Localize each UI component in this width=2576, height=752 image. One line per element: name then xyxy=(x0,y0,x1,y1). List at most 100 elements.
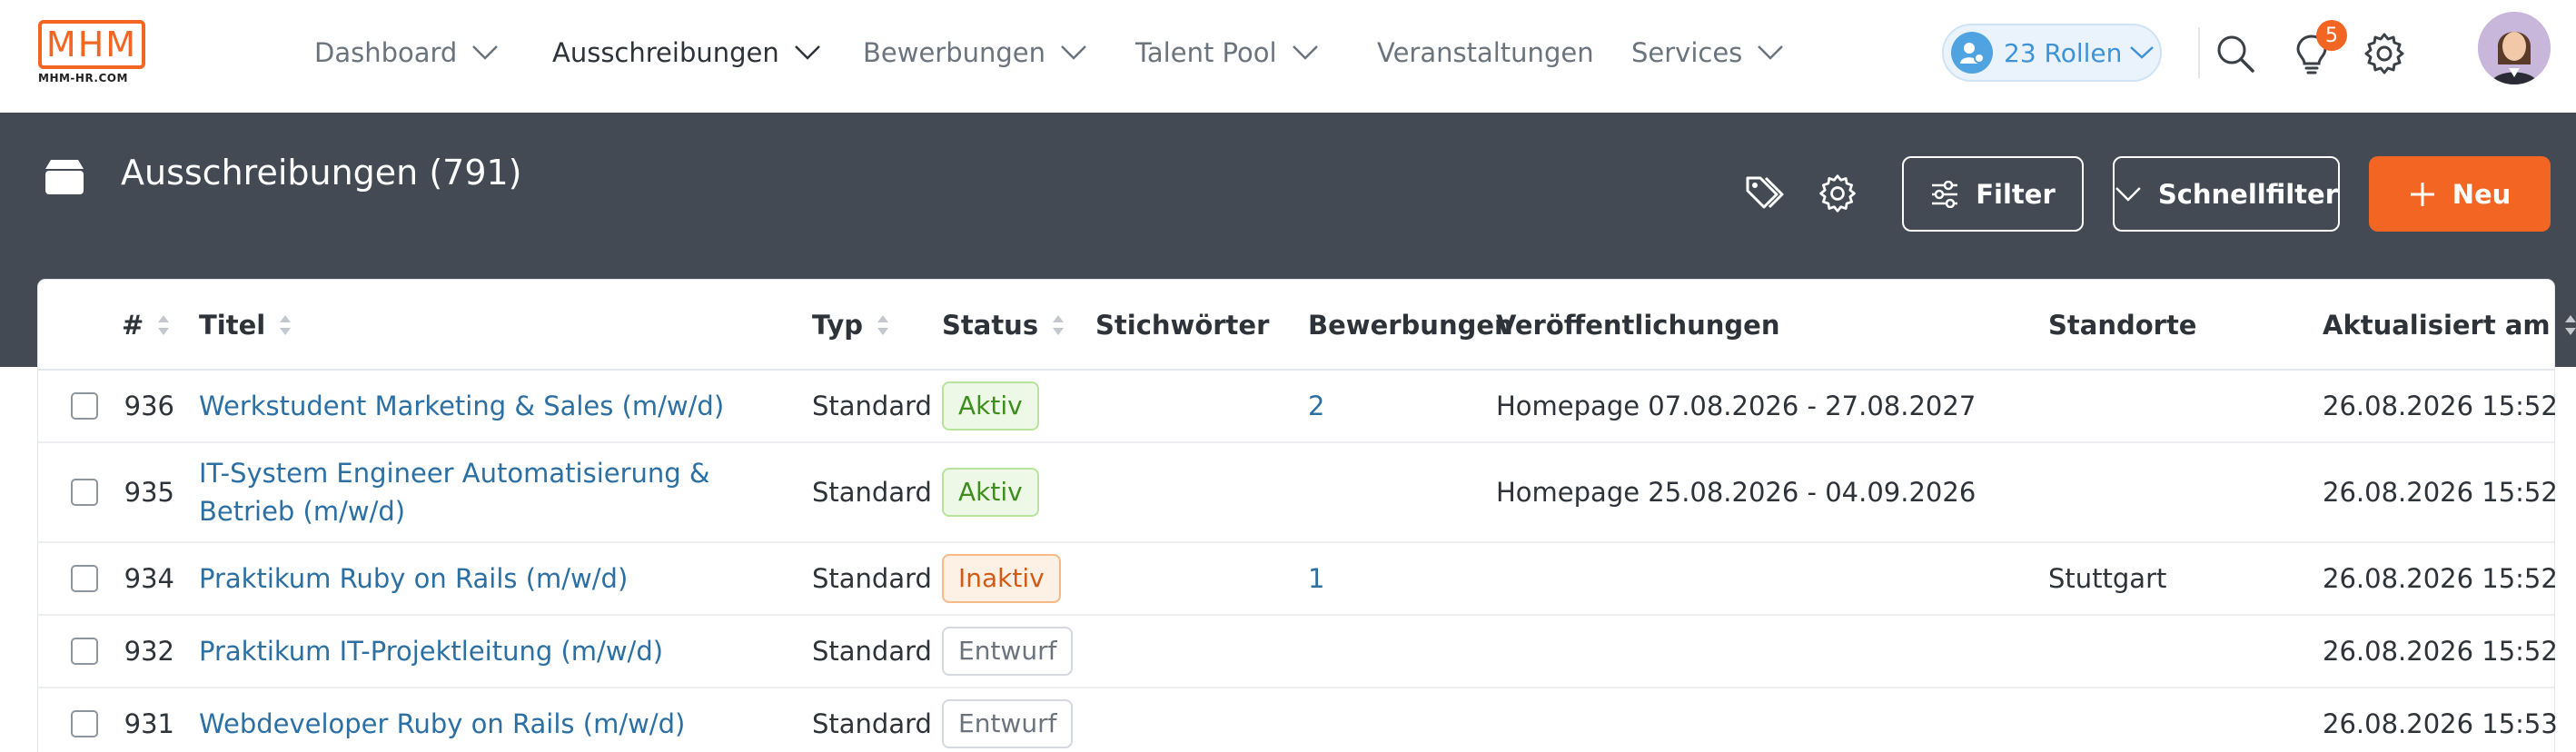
row-title-link[interactable]: Webdeveloper Ruby on Rails (m/w/d) xyxy=(199,688,798,752)
status-badge: Aktiv xyxy=(942,381,1039,430)
row-title-link[interactable]: Praktikum IT-Projektleitung (m/w/d) xyxy=(199,616,798,687)
table-row[interactable]: 934 Praktikum Ruby on Rails (m/w/d) Stan… xyxy=(38,543,2558,616)
sort-icon xyxy=(158,315,170,335)
column-label: Titel xyxy=(199,310,266,341)
row-checkbox[interactable] xyxy=(71,565,98,592)
status-badge: Aktiv xyxy=(942,468,1039,517)
row-status-cell: Entwurf xyxy=(942,616,1074,687)
column-label: Status xyxy=(942,310,1039,341)
column-header-applications: Bewerbungen xyxy=(1308,310,1513,341)
plus-icon xyxy=(2410,182,2434,206)
nav-bewerbungen[interactable]: Bewerbungen xyxy=(863,0,1087,105)
column-header-locations: Standorte xyxy=(2048,310,2197,341)
notification-badge: 5 xyxy=(2316,20,2347,51)
row-updated: 26.08.2026 15:52 xyxy=(2323,636,2558,667)
row-title-link[interactable]: Praktikum Ruby on Rails (m/w/d) xyxy=(199,543,798,614)
row-locations: Stuttgart xyxy=(2048,563,2167,594)
new-button[interactable]: Neu xyxy=(2369,156,2551,232)
column-header-updated[interactable]: Aktualisiert am xyxy=(2323,280,2576,371)
row-id: 931 xyxy=(124,708,174,739)
filter-button[interactable]: Filter xyxy=(1902,156,2084,232)
table-row[interactable]: 932 Praktikum IT-Projektleitung (m/w/d) … xyxy=(38,616,2558,688)
nav-talent-pool[interactable]: Talent Pool xyxy=(1135,0,1319,105)
logo-subtitle: MHM-HR.COM xyxy=(38,72,128,84)
row-id: 932 xyxy=(124,636,174,667)
row-updated: 26.08.2026 15:52 xyxy=(2323,477,2558,508)
table-row[interactable]: 935 IT-System Engineer Automatisierung &… xyxy=(38,443,2558,543)
chevron-down-icon xyxy=(2115,186,2141,202)
search-icon[interactable] xyxy=(2213,31,2258,76)
column-header-type[interactable]: Typ xyxy=(812,280,890,371)
tags-icon[interactable] xyxy=(1744,173,1786,214)
chevron-down-icon xyxy=(2130,46,2155,59)
chevron-down-icon xyxy=(1061,45,1086,60)
gear-icon[interactable] xyxy=(1817,173,1858,214)
nav-ausschreibungen[interactable]: Ausschreibungen xyxy=(552,0,821,105)
row-type: Standard xyxy=(812,708,932,739)
sort-icon xyxy=(1053,315,1065,335)
column-header-status[interactable]: Status xyxy=(942,280,1065,371)
row-updated: 26.08.2026 15:53 xyxy=(2323,708,2558,739)
row-updated: 26.08.2026 15:52 xyxy=(2323,391,2558,421)
user-avatar[interactable] xyxy=(2478,12,2551,84)
page-title: Ausschreibungen (791) xyxy=(121,153,522,193)
row-status-cell: Entwurf xyxy=(942,688,1074,752)
column-header-id[interactable]: # xyxy=(122,280,171,371)
row-publications: Homepage 25.08.2026 - 04.09.2026 xyxy=(1496,477,1977,508)
sort-icon xyxy=(280,315,292,335)
row-checkbox[interactable] xyxy=(71,638,98,665)
column-label: # xyxy=(122,310,144,341)
table-row[interactable]: 936 Werkstudent Marketing & Sales (m/w/d… xyxy=(38,371,2558,443)
roles-selector[interactable]: 23 Rollen xyxy=(1942,24,2162,82)
row-updated: 26.08.2026 15:52 xyxy=(2323,563,2558,594)
row-publications: Homepage 07.08.2026 - 27.08.2027 xyxy=(1496,391,1977,421)
row-title-link[interactable]: IT-System Engineer Automatisierung & Bet… xyxy=(199,443,780,541)
nav-services[interactable]: Services xyxy=(1631,0,1784,105)
column-header-keywords: Stichwörter xyxy=(1095,310,1270,341)
archive-icon xyxy=(45,160,84,194)
row-id: 935 xyxy=(124,477,174,508)
quickfilter-button[interactable]: Schnellfilter xyxy=(2113,156,2340,232)
row-status-cell: Aktiv xyxy=(942,443,1039,541)
nav-dashboard[interactable]: Dashboard xyxy=(314,0,499,105)
quickfilter-label: Schnellfilter xyxy=(2157,178,2338,210)
nav-veranstaltungen[interactable]: Veranstaltungen xyxy=(1377,0,1594,105)
jobs-table: # Titel Typ Status Stichwörter Bewerbung… xyxy=(38,280,2576,752)
new-label: Neu xyxy=(2452,178,2512,210)
logo-mark: MHM xyxy=(38,20,145,69)
row-type: Standard xyxy=(812,563,932,594)
row-id: 934 xyxy=(124,563,174,594)
top-navigation: MHM MHM-HR.COM Dashboard Ausschreibungen… xyxy=(0,0,2576,113)
row-type: Standard xyxy=(812,477,932,508)
table-row[interactable]: 931 Webdeveloper Ruby on Rails (m/w/d) S… xyxy=(38,688,2558,752)
chevron-down-icon xyxy=(472,45,499,60)
status-badge: Inaktiv xyxy=(942,554,1061,603)
sliders-icon xyxy=(1932,180,1958,208)
row-checkbox[interactable] xyxy=(71,392,98,420)
row-status-cell: Inaktiv xyxy=(942,543,1061,614)
sort-icon xyxy=(877,315,889,335)
row-title-link[interactable]: Werkstudent Marketing & Sales (m/w/d) xyxy=(199,371,798,441)
divider xyxy=(2198,27,2200,78)
row-checkbox[interactable] xyxy=(71,710,98,737)
sort-icon xyxy=(2564,315,2576,335)
column-header-title[interactable]: Titel xyxy=(199,280,292,371)
row-type: Standard xyxy=(812,636,932,667)
column-header-publications: Veröffentlichungen xyxy=(1496,310,1780,341)
nav-label: Ausschreibungen xyxy=(552,37,779,68)
logo[interactable]: MHM MHM-HR.COM xyxy=(38,20,147,87)
table-header: # Titel Typ Status Stichwörter Bewerbung… xyxy=(38,280,2576,371)
nav-label: Services xyxy=(1631,37,1743,68)
gear-icon[interactable] xyxy=(2362,31,2407,76)
column-label: Typ xyxy=(812,310,864,341)
row-applications-link[interactable]: 1 xyxy=(1308,543,1324,614)
row-applications-link[interactable]: 2 xyxy=(1308,371,1324,441)
nav-label: Dashboard xyxy=(314,37,458,68)
row-id: 936 xyxy=(124,391,174,421)
row-checkbox[interactable] xyxy=(71,479,98,506)
user-settings-icon xyxy=(1951,32,1993,74)
column-label: Aktualisiert am xyxy=(2323,310,2551,341)
filter-label: Filter xyxy=(1976,178,2056,210)
status-badge: Entwurf xyxy=(942,627,1074,676)
row-status-cell: Aktiv xyxy=(942,371,1039,441)
